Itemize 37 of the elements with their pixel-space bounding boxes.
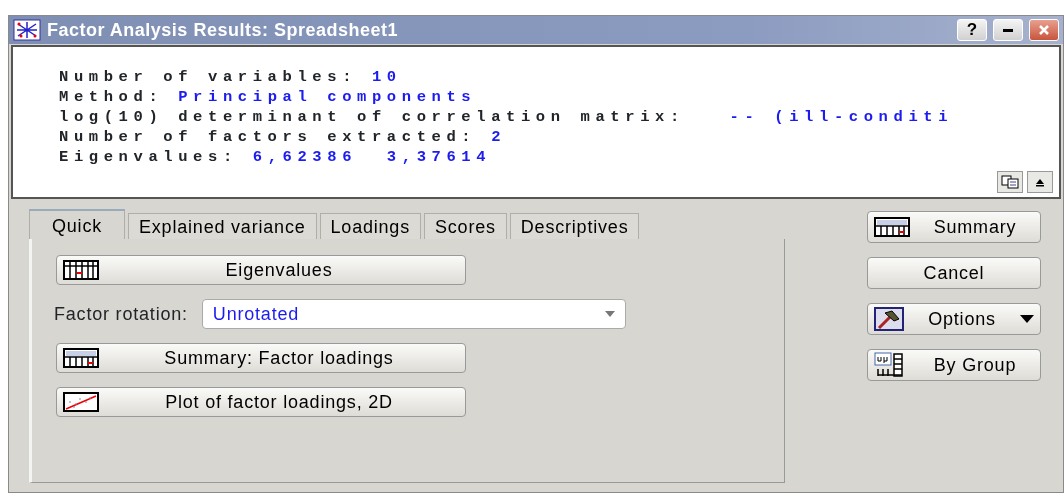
action-button[interactable]: Plot of factor loadings, 2D (56, 387, 466, 417)
tab[interactable]: Explained variance (128, 213, 317, 239)
app-logo-icon (13, 19, 41, 41)
action-button[interactable]: Summary: Factor loadings (56, 343, 466, 373)
tab[interactable]: Scores (424, 213, 507, 239)
close-button[interactable] (1029, 19, 1059, 41)
line-plot-icon (63, 392, 99, 412)
tab[interactable]: Loadings (319, 213, 421, 239)
help-button[interactable]: ? (957, 19, 987, 41)
copy-icon (1001, 175, 1019, 189)
close-icon (1038, 24, 1050, 36)
dropdown-arrow-icon (604, 311, 615, 317)
minimize-icon (1003, 28, 1013, 32)
field-label: Factor rotation: (54, 302, 188, 326)
side-button[interactable]: Options (867, 303, 1041, 335)
output-line: Number of factors extracted: 2 (59, 127, 508, 147)
dropdown-arrow-icon (1020, 315, 1034, 323)
output-line: Number of variables: 10 (59, 67, 403, 87)
output-line: log(10) determinant of correlation matrix: -- (ill-conditi (59, 107, 955, 127)
summary-table-icon (874, 217, 910, 237)
copy-button[interactable] (997, 171, 1023, 193)
table-icon (63, 260, 99, 280)
action-button[interactable]: Eigenvalues (56, 255, 466, 285)
hammer-icon (874, 307, 904, 331)
output-line: Method: Principal components (59, 87, 478, 107)
side-button[interactable]: By Group (867, 349, 1041, 381)
side-button[interactable]: Cancel (867, 257, 1041, 289)
output-line: Eigenvalues: 6,62386 3,37614 (59, 147, 493, 167)
tab[interactable]: Quick (29, 209, 125, 239)
scroll-up-button[interactable] (1027, 171, 1053, 193)
tab[interactable]: Descriptives (509, 213, 640, 239)
summary-table-icon (63, 348, 99, 368)
up-arrow-icon (1035, 177, 1045, 187)
side-button[interactable]: Summary (867, 211, 1041, 243)
dropdown-field[interactable]: Unrotated (201, 299, 626, 329)
minimize-button[interactable] (993, 19, 1023, 41)
window-title: Factor Analysis Results: Spreadsheet1 (47, 18, 398, 42)
